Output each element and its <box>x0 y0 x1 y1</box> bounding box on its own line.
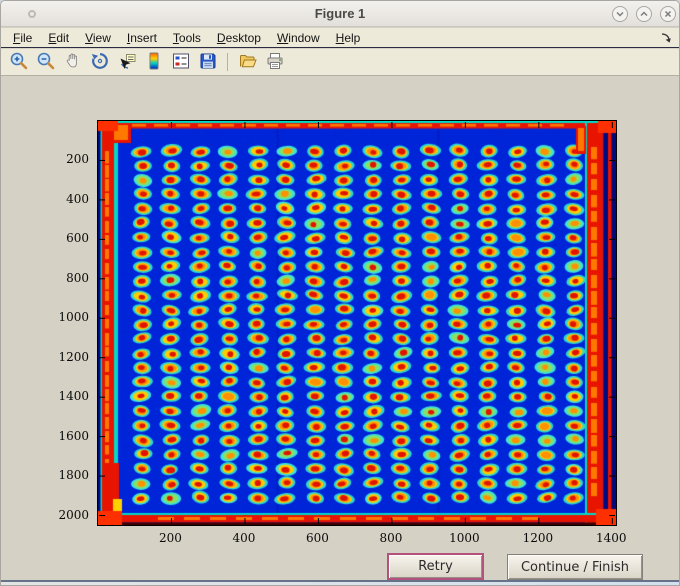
toolbar-separator <box>227 53 228 71</box>
close-window-button[interactable] <box>660 6 676 22</box>
menu-tools[interactable]: Tools <box>165 29 209 47</box>
figure-window: Figure 1 File Edit View Insert Tools Desktop W… <box>0 0 680 586</box>
menu-help[interactable]: Help <box>328 29 369 47</box>
y-tick-label: 800 <box>66 270 89 285</box>
zoom-out-icon <box>36 51 56 74</box>
data-cursor-button[interactable] <box>114 51 139 74</box>
y-tick-label: 1000 <box>58 310 89 325</box>
colorbar-icon <box>144 51 164 74</box>
figure-toolbar <box>1 49 679 76</box>
legend-icon <box>171 51 191 74</box>
x-tick-label: 400 <box>232 531 256 545</box>
window-title: Figure 1 <box>314 6 366 21</box>
menu-window[interactable]: Window <box>269 29 328 47</box>
floppy-icon <box>198 51 218 74</box>
titlebar[interactable]: Figure 1 <box>1 1 679 27</box>
open-button[interactable] <box>235 51 260 74</box>
menu-view[interactable]: View <box>77 29 119 47</box>
zoom-in-icon <box>9 51 29 74</box>
chevron-down-icon <box>615 7 625 22</box>
save-button[interactable] <box>195 51 220 74</box>
x-tick-label: 800 <box>379 531 403 545</box>
chevron-up-icon <box>639 7 649 22</box>
menu-bar: File Edit View Insert Tools Desktop Window Help <box>1 28 679 48</box>
y-tick-label: 200 <box>66 152 89 167</box>
menu-edit[interactable]: Edit <box>40 29 77 47</box>
y-tick-label: 600 <box>66 231 89 246</box>
x-tick-label: 200 <box>159 531 182 545</box>
rotate-3d-button[interactable] <box>87 51 112 74</box>
menu-insert[interactable]: Insert <box>119 29 165 47</box>
insert-legend-button[interactable] <box>168 51 193 74</box>
x-tick-label: 600 <box>305 531 329 545</box>
continue-finish-button[interactable]: Continue / Finish <box>507 554 643 580</box>
maximize-window-button[interactable] <box>636 6 652 22</box>
axes-plot-box <box>97 120 617 526</box>
data-cursor-icon <box>117 51 137 74</box>
y-tick-label: 2000 <box>58 507 89 522</box>
shade-window-button[interactable] <box>612 6 628 22</box>
y-tick-label: 1800 <box>58 468 89 483</box>
retry-button[interactable]: Retry <box>387 553 484 580</box>
x-tick-label: 1400 <box>596 531 627 545</box>
zoom-in-button[interactable] <box>6 51 31 74</box>
hand-icon <box>63 51 83 74</box>
menu-desktop[interactable]: Desktop <box>209 29 269 47</box>
x-tick-label: 1000 <box>449 531 480 545</box>
window-controls <box>612 6 676 22</box>
zoom-out-button[interactable] <box>33 51 58 74</box>
close-icon <box>663 7 673 22</box>
dock-figure-icon[interactable] <box>660 32 672 47</box>
colorbar-button[interactable] <box>141 51 166 74</box>
window-bottom-edge <box>1 582 679 585</box>
print-button[interactable] <box>262 51 287 74</box>
y-tick-label: 400 <box>66 191 89 206</box>
plate-image[interactable] <box>98 121 616 525</box>
printer-icon <box>265 51 285 74</box>
rotate-icon <box>90 51 110 74</box>
y-tick-label: 1600 <box>58 428 89 443</box>
y-tick-label: 1200 <box>58 349 89 364</box>
menu-file[interactable]: File <box>5 29 40 47</box>
pan-button[interactable] <box>60 51 85 74</box>
menu-bar-items: File Edit View Insert Tools Desktop Window Help <box>5 29 368 47</box>
x-tick-label: 1200 <box>522 531 554 545</box>
folder-icon <box>238 51 258 74</box>
y-tick-label: 1400 <box>58 389 89 404</box>
